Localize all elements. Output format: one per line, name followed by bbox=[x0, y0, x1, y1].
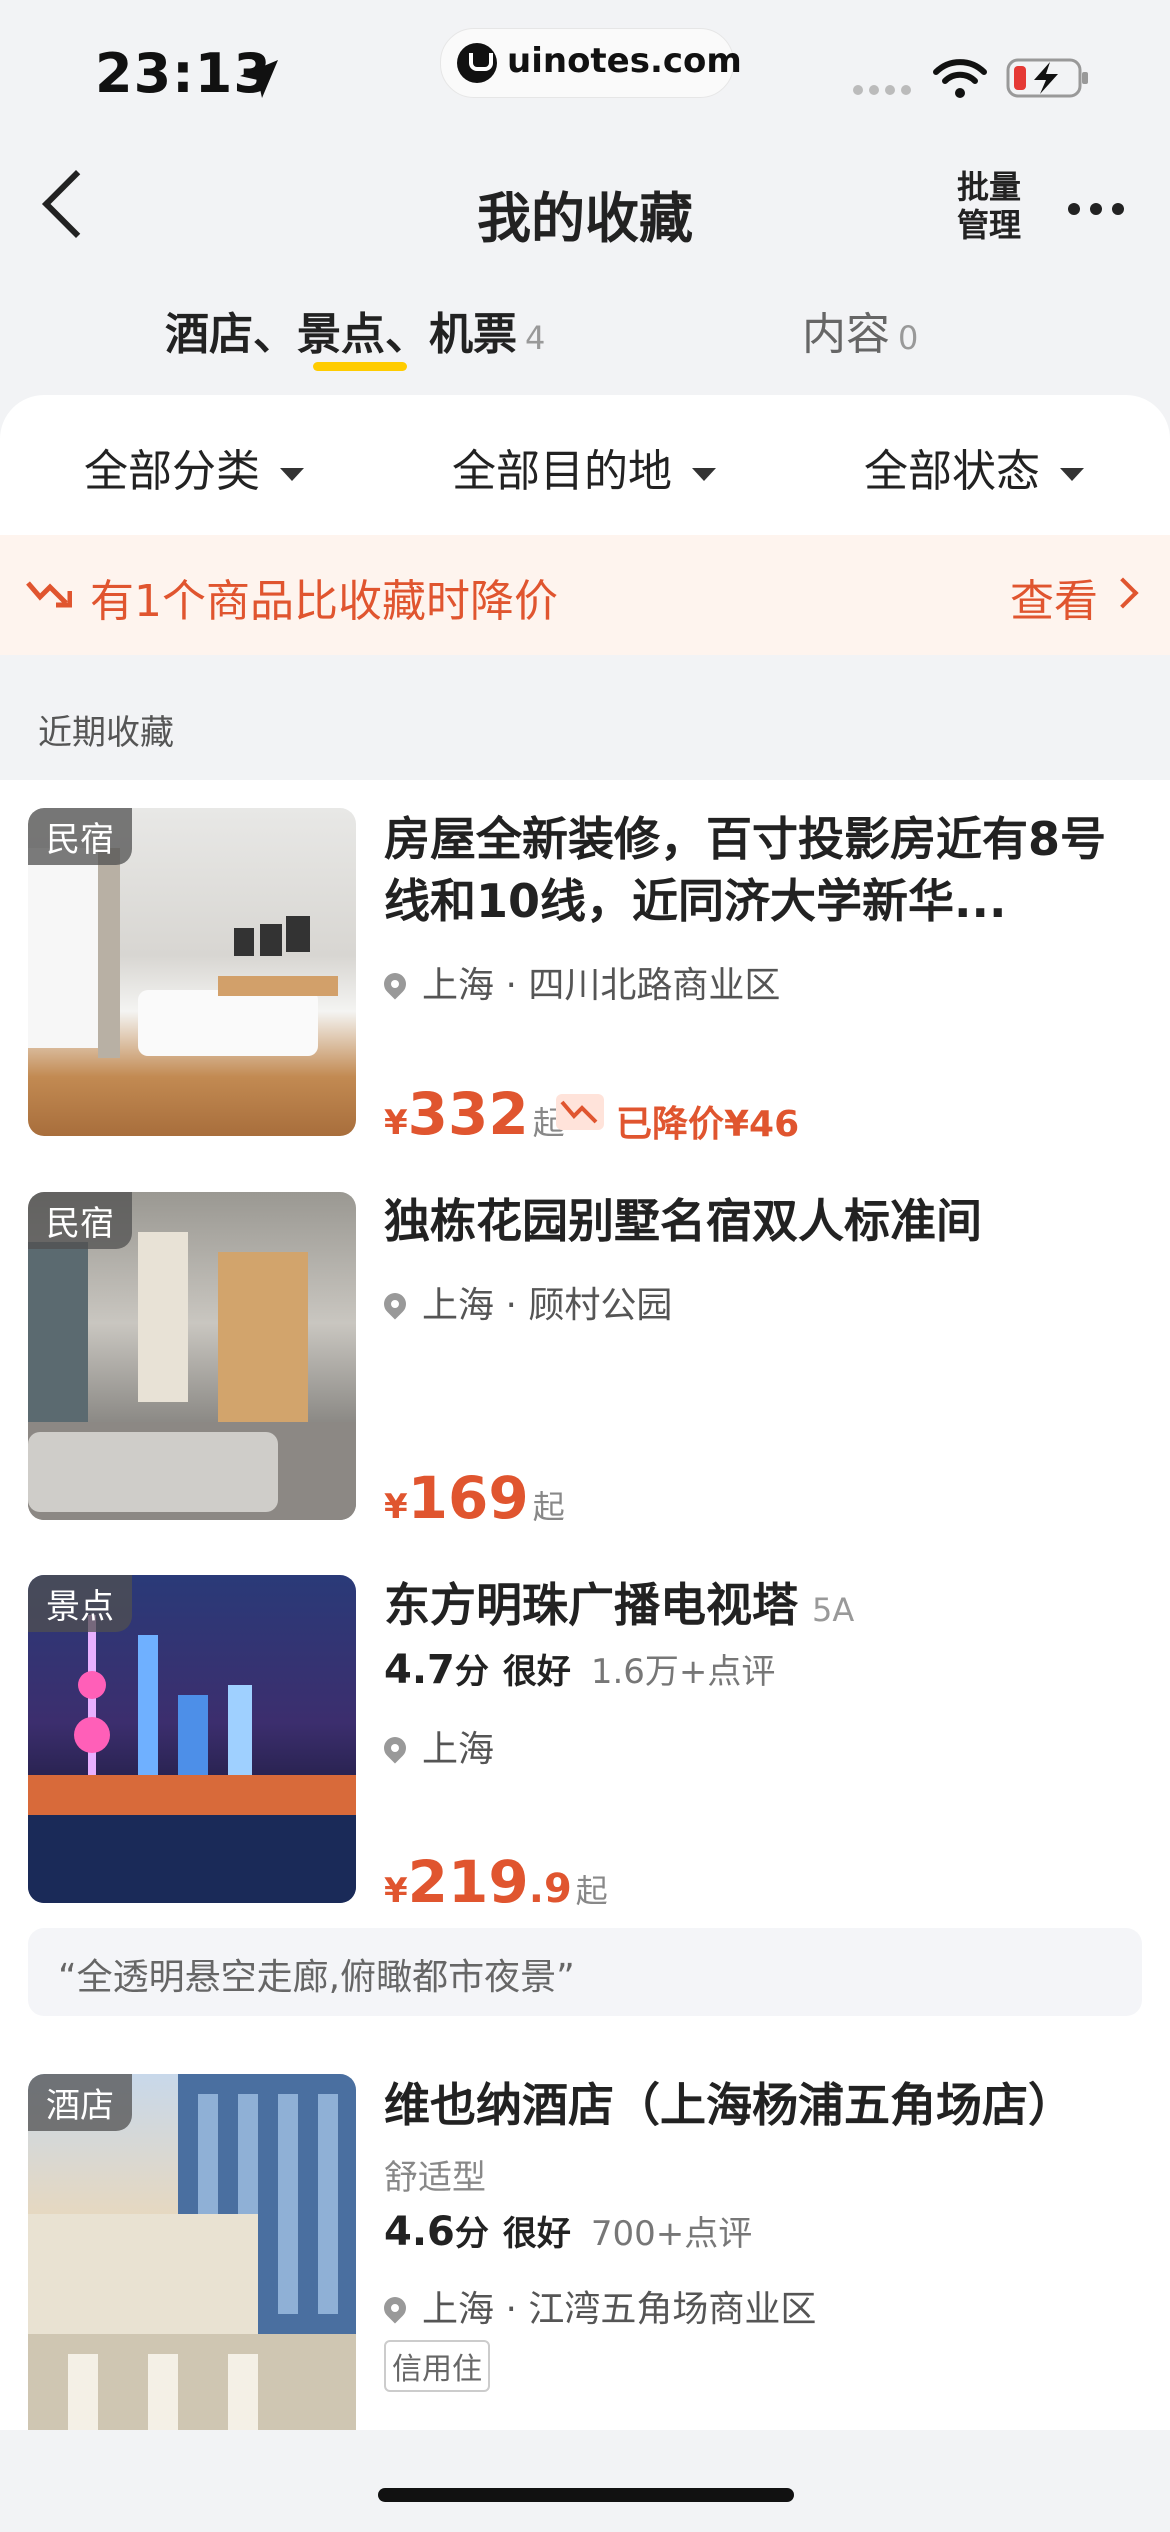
item-title[interactable]: 独栋花园别墅名宿双人标准间 bbox=[384, 1190, 1144, 1252]
score-unit: 分 bbox=[454, 2214, 489, 2254]
score-value: 4.7 bbox=[384, 1647, 455, 1693]
item-price: ¥332 起 bbox=[384, 1080, 565, 1148]
item-type-badge: 民宿 bbox=[28, 808, 132, 865]
item-title[interactable]: 东方明珠广播电视塔 5A bbox=[384, 1574, 1144, 1641]
url-text: uinotes.com bbox=[507, 41, 742, 81]
site-logo-icon bbox=[457, 43, 497, 83]
filter-category[interactable]: 全部分类 bbox=[84, 435, 304, 499]
item-location: 上海 · 江湾五角场商业区 bbox=[379, 2280, 817, 2332]
filter-label: 全部目的地 bbox=[452, 446, 672, 497]
price-drop-banner[interactable]: 有1个商品比收藏时降价 查看 bbox=[0, 535, 1170, 655]
tab-count: 4 bbox=[525, 319, 546, 357]
tab-count: 0 bbox=[898, 319, 919, 357]
item-thumbnail[interactable]: 民宿 bbox=[28, 808, 356, 1136]
item-type-badge: 景点 bbox=[28, 1575, 132, 1632]
location-arrow-icon bbox=[240, 60, 278, 98]
location-pin-icon bbox=[379, 968, 411, 1000]
highlight-quote: “全透明悬空走廊,俯瞰都市夜景” bbox=[28, 1928, 1142, 2016]
location-pin-icon bbox=[379, 2292, 411, 2324]
home-indicator[interactable] bbox=[378, 2488, 794, 2502]
location-text: 上海 · 江湾五角场商业区 bbox=[422, 2289, 817, 2330]
item-price: ¥169 起 bbox=[384, 1464, 565, 1532]
price-down-icon bbox=[556, 1094, 604, 1130]
url-pill[interactable]: uinotes.com bbox=[440, 28, 742, 98]
price-value: 332 bbox=[407, 1080, 529, 1148]
title-text: 东方明珠广播电视塔 bbox=[384, 1578, 798, 1632]
quote-text: “全透明悬空走廊,俯瞰都市夜景” bbox=[58, 1957, 575, 1998]
location-text: 上海 bbox=[422, 1729, 495, 1770]
item-location: 上海 · 顾村公园 bbox=[379, 1276, 673, 1328]
section-header: 近期收藏 bbox=[0, 655, 1170, 780]
status-bar: 23:13 uinotes.com bbox=[0, 0, 1170, 140]
item-title[interactable]: 维也纳酒店（上海杨浦五角场店） bbox=[384, 2074, 1144, 2136]
score-label: 很好 bbox=[502, 2214, 571, 2254]
price-drop-label: 已降价¥46 bbox=[616, 1104, 800, 1145]
location-pin-icon bbox=[379, 1288, 411, 1320]
currency-symbol: ¥ bbox=[384, 1871, 408, 1911]
filter-label: 全部分类 bbox=[84, 446, 260, 497]
currency-symbol: ¥ bbox=[384, 1103, 408, 1143]
home-indicator-area bbox=[0, 2430, 1170, 2532]
item-location: 上海 · 四川北路商业区 bbox=[379, 956, 781, 1008]
tab-label: 内容 bbox=[802, 309, 890, 360]
item-thumbnail[interactable]: 民宿 bbox=[28, 1192, 356, 1520]
batch-manage-button[interactable]: 批量 管理 bbox=[954, 168, 1024, 244]
item-rating: 4.7分 很好 1.6万+点评 bbox=[384, 1644, 775, 1693]
hotel-category: 舒适型 bbox=[384, 2158, 486, 2198]
item-thumbnail[interactable]: 景点 bbox=[28, 1575, 356, 1903]
filter-status[interactable]: 全部状态 bbox=[864, 435, 1084, 499]
batch-manage-label: 批量 管理 bbox=[956, 168, 1021, 244]
wifi-icon bbox=[933, 59, 987, 98]
section-label: 近期收藏 bbox=[38, 713, 174, 753]
caret-down-icon bbox=[1060, 467, 1084, 481]
credit-stay-tag: 信用住 bbox=[384, 2340, 490, 2392]
item-rating: 4.6分 很好 700+点评 bbox=[384, 2206, 752, 2255]
filter-label: 全部状态 bbox=[864, 446, 1040, 497]
location-text: 上海 · 顾村公园 bbox=[422, 1285, 673, 1326]
score-label: 很好 bbox=[502, 1652, 571, 1692]
currency-symbol: ¥ bbox=[384, 1487, 408, 1527]
item-thumbnail[interactable]: 酒店 bbox=[28, 2074, 356, 2430]
tab-label: 酒店、景点、机票 bbox=[165, 309, 517, 360]
item-type-badge: 民宿 bbox=[28, 1192, 132, 1249]
battery-charging-icon bbox=[1006, 58, 1088, 98]
item-title[interactable]: 房屋全新装修，百寸投影房近有8号线和10线，近同济大学新华... bbox=[384, 808, 1144, 932]
price-suffix: 起 bbox=[532, 1488, 565, 1526]
price-suffix: 起 bbox=[575, 1872, 608, 1910]
filter-bar: 全部分类 全部目的地 全部状态 bbox=[0, 395, 1170, 535]
view-link[interactable]: 查看 bbox=[1010, 565, 1098, 629]
item-location: 上海 bbox=[379, 1720, 495, 1772]
item-price: ¥219.9 起 bbox=[384, 1848, 608, 1916]
price-decimal: .9 bbox=[528, 1866, 572, 1912]
review-count: 1.6万+点评 bbox=[590, 1652, 776, 1692]
signal-icon bbox=[853, 85, 911, 95]
tab-content[interactable]: 内容 0 bbox=[802, 298, 918, 362]
caret-down-icon bbox=[280, 467, 304, 481]
location-text: 上海 · 四川北路商业区 bbox=[422, 965, 781, 1006]
tab-hotels-sights-flights[interactable]: 酒店、景点、机票 4 bbox=[165, 298, 545, 362]
price-value: 169 bbox=[407, 1464, 529, 1532]
price-drop-message: 有1个商品比收藏时降价 bbox=[90, 576, 558, 627]
active-tab-indicator bbox=[313, 362, 407, 371]
price-value: 219 bbox=[407, 1848, 529, 1916]
attraction-grade: 5A bbox=[812, 1591, 855, 1629]
score-value: 4.6 bbox=[384, 2209, 455, 2255]
more-options-icon[interactable] bbox=[1068, 200, 1134, 219]
filter-destination[interactable]: 全部目的地 bbox=[452, 435, 716, 499]
price-down-trend-icon bbox=[26, 581, 72, 608]
review-count: 700+点评 bbox=[590, 2214, 753, 2254]
location-pin-icon bbox=[379, 1732, 411, 1764]
item-type-badge: 酒店 bbox=[28, 2074, 132, 2131]
caret-down-icon bbox=[692, 467, 716, 481]
score-unit: 分 bbox=[454, 1652, 489, 1692]
